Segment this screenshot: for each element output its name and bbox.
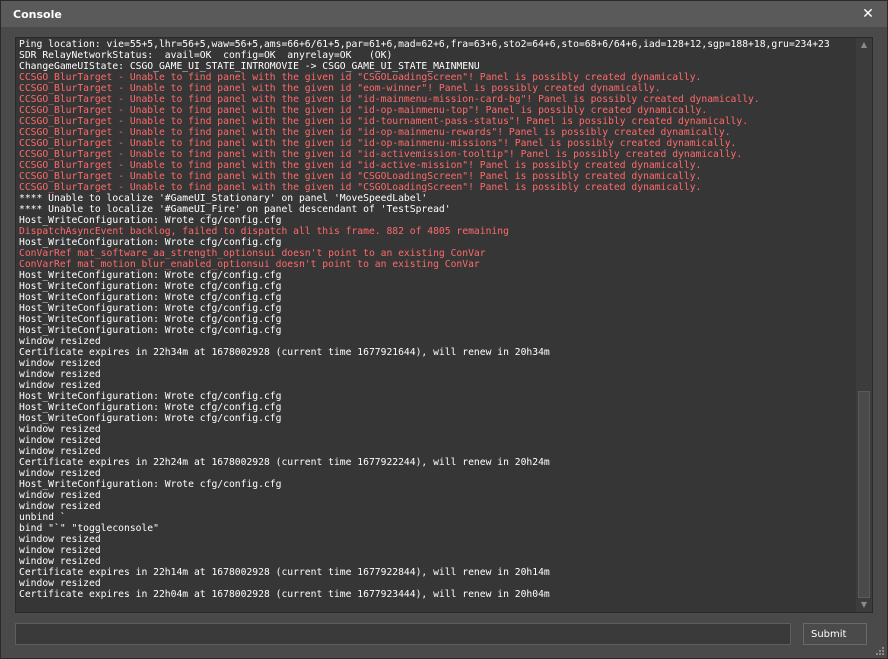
console-line: CCSGO_BlurTarget - Unable to find panel … [19, 160, 702, 171]
console-line: Host_WriteConfiguration: Wrote cfg/confi… [19, 303, 282, 314]
console-line: window resized [19, 336, 101, 347]
console-line: unbind ` [19, 512, 66, 523]
console-window: Console ✕ Ping location: vie=55+5,lhr=56… [0, 0, 888, 659]
scroll-thumb[interactable] [858, 391, 870, 598]
console-line: Host_WriteConfiguration: Wrote cfg/confi… [19, 270, 282, 281]
console-line: Certificate expires in 22h24m at 1678002… [19, 457, 550, 468]
console-line: ChangeGameUIState: CSGO_GAME_UI_STATE_IN… [19, 61, 480, 72]
title-bar[interactable]: Console ✕ [1, 1, 887, 27]
scroll-up-icon[interactable]: ▲ [856, 38, 872, 52]
console-line: window resized [19, 369, 101, 380]
console-line: Certificate expires in 22h34m at 1678002… [19, 347, 550, 358]
console-line: Host_WriteConfiguration: Wrote cfg/confi… [19, 237, 282, 248]
console-line: CCSGO_BlurTarget - Unable to find panel … [19, 138, 737, 149]
console-line: window resized [19, 435, 101, 446]
resize-grip-icon[interactable] [875, 646, 885, 656]
console-line: window resized [19, 446, 101, 457]
console-line: Host_WriteConfiguration: Wrote cfg/confi… [19, 413, 282, 424]
console-line: bind "`" "toggleconsole" [19, 523, 159, 534]
console-line: **** Unable to localize '#GameUI_Station… [19, 193, 428, 204]
window-title: Console [13, 8, 62, 21]
close-icon[interactable]: ✕ [859, 5, 877, 23]
console-line: Host_WriteConfiguration: Wrote cfg/confi… [19, 281, 282, 292]
console-line: Certificate expires in 22h04m at 1678002… [19, 589, 550, 600]
console-line: CCSGO_BlurTarget - Unable to find panel … [19, 116, 749, 127]
console-line: CCSGO_BlurTarget - Unable to find panel … [19, 94, 760, 105]
console-line: window resized [19, 556, 101, 567]
console-line: Host_WriteConfiguration: Wrote cfg/confi… [19, 292, 282, 303]
console-line: CCSGO_BlurTarget - Unable to find panel … [19, 149, 743, 160]
console-line: Certificate expires in 22h14m at 1678002… [19, 567, 550, 578]
console-log: Ping location: vie=55+5,lhr=56+5,waw=56+… [19, 39, 854, 612]
console-line: window resized [19, 358, 101, 369]
console-line: **** Unable to localize '#GameUI_Fire' o… [19, 204, 451, 215]
console-line: window resized [19, 545, 101, 556]
command-input[interactable] [15, 623, 791, 645]
console-line: CCSGO_BlurTarget - Unable to find panel … [19, 171, 702, 182]
submit-button[interactable]: Submit [803, 623, 867, 645]
console-line: SDR RelayNetworkStatus: avail=OK config=… [19, 50, 393, 61]
console-line: DispatchAsyncEvent backlog, failed to di… [19, 226, 509, 237]
console-line: window resized [19, 501, 101, 512]
console-line: Host_WriteConfiguration: Wrote cfg/confi… [19, 325, 282, 336]
console-output: Ping location: vie=55+5,lhr=56+5,waw=56+… [15, 37, 873, 613]
console-line: CCSGO_BlurTarget - Unable to find panel … [19, 72, 702, 83]
console-line: ConVarRef mat_software_aa_strength_optio… [19, 248, 486, 259]
console-line: CCSGO_BlurTarget - Unable to find panel … [19, 182, 702, 193]
console-line: window resized [19, 490, 101, 501]
console-line: window resized [19, 380, 101, 391]
scroll-down-icon[interactable]: ▼ [856, 598, 872, 612]
console-line: Host_WriteConfiguration: Wrote cfg/confi… [19, 215, 282, 226]
console-line: Host_WriteConfiguration: Wrote cfg/confi… [19, 391, 282, 402]
console-line: CCSGO_BlurTarget - Unable to find panel … [19, 105, 708, 116]
console-line: CCSGO_BlurTarget - Unable to find panel … [19, 83, 661, 94]
scrollbar[interactable]: ▲ ▼ [856, 38, 872, 612]
console-line: ConVarRef mat_motion_blur_enabled_option… [19, 259, 480, 270]
console-line: window resized [19, 534, 101, 545]
console-line: Ping location: vie=55+5,lhr=56+5,waw=56+… [19, 39, 830, 50]
console-line: Host_WriteConfiguration: Wrote cfg/confi… [19, 314, 282, 325]
console-line: Host_WriteConfiguration: Wrote cfg/confi… [19, 479, 282, 490]
console-line: CCSGO_BlurTarget - Unable to find panel … [19, 127, 731, 138]
console-line: window resized [19, 578, 101, 589]
console-line: window resized [19, 424, 101, 435]
console-line: Host_WriteConfiguration: Wrote cfg/confi… [19, 402, 282, 413]
scroll-track[interactable] [858, 52, 870, 598]
console-line: window resized [19, 468, 101, 479]
